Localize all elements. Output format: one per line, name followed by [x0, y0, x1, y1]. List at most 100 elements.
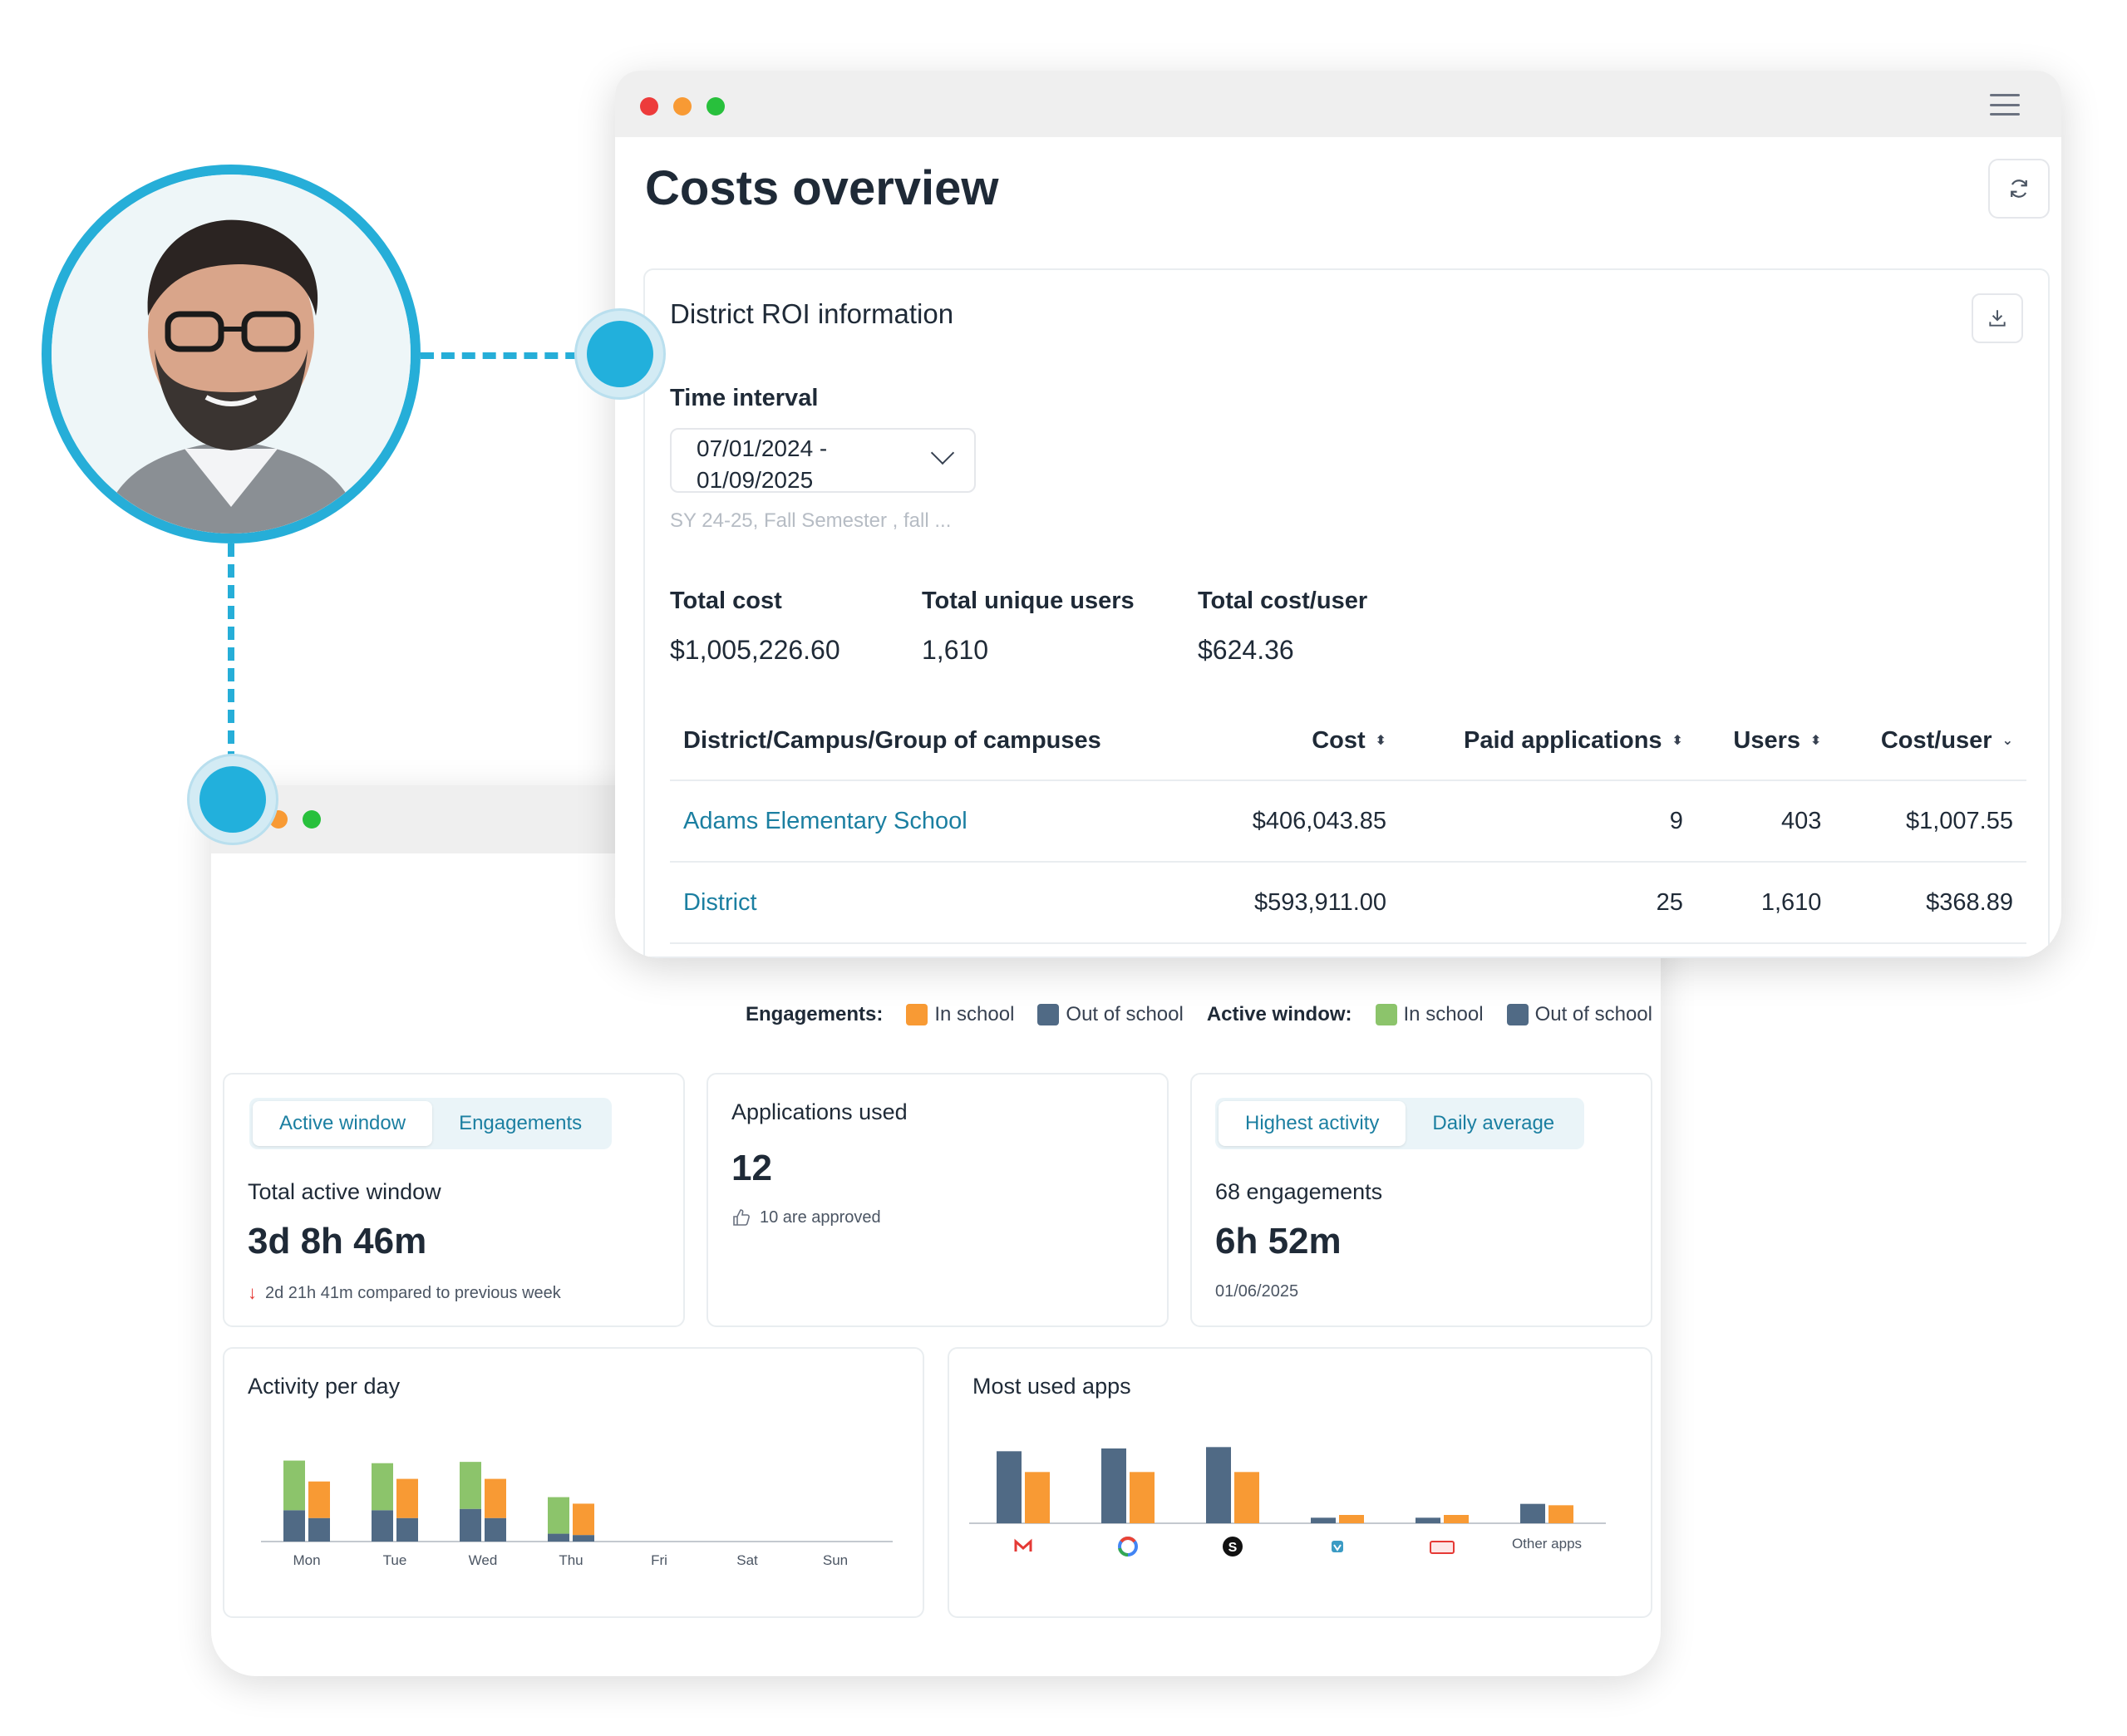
page-title: Costs overview	[645, 161, 999, 215]
cell-cost-per-user: $1,007.55	[1834, 780, 2026, 863]
row-link-campus[interactable]: Adams Elementary School	[670, 780, 1206, 863]
app-5-icon	[1430, 1541, 1455, 1554]
legend-swatch-slate	[1037, 1004, 1060, 1025]
refresh-icon	[2011, 180, 2027, 198]
applications-used-value: 12	[731, 1148, 772, 1188]
sort-icon[interactable]: ⬍	[1672, 735, 1683, 748]
bar-app-4-icon-0	[1311, 1517, 1336, 1523]
refresh-button[interactable]	[1988, 159, 2050, 219]
district-roi-card: District ROI information Time interval 0…	[643, 268, 2050, 958]
cell-users: 403	[1696, 780, 1835, 863]
engagements-count-label: 68 engagements	[1215, 1179, 1383, 1204]
window-minimize-dot[interactable]	[269, 810, 288, 829]
column-header-paid-applications[interactable]: Paid applications ⬍	[1400, 702, 1696, 781]
time-interval-select[interactable]: 07/01/2024 - 01/09/2025	[670, 428, 976, 493]
gmail-icon	[1014, 1538, 1032, 1552]
costs-title-bar	[615, 71, 2061, 137]
time-interval-label: Time interval	[670, 385, 819, 411]
bar-Other apps-0	[1520, 1503, 1545, 1523]
applications-used-card: Applications used 12 10 are approved	[707, 1073, 1169, 1327]
bar-tue-engagements	[396, 1478, 418, 1518]
x-tick-label: Tue	[383, 1552, 407, 1568]
most-used-apps-chart: S Other apps	[969, 1447, 1606, 1556]
activity-per-day-card: Activity per day Mon Tue Wed Thu Fri Sat Sun	[223, 1347, 924, 1618]
cell-users: 1,610	[1696, 862, 1835, 944]
connector-node-bottom	[199, 766, 266, 833]
window-minimize-dot[interactable]	[673, 97, 692, 116]
bar-mon-active	[283, 1460, 305, 1511]
legend-engagements-out-of-school: Out of school	[1037, 1003, 1184, 1026]
legend-engagements-label: Engagements:	[745, 1003, 884, 1025]
bar-thu-engagements	[573, 1503, 594, 1536]
connector-node-top	[587, 321, 653, 387]
window-maximize-dot[interactable]	[707, 97, 725, 116]
bar-wed-engagements	[485, 1478, 506, 1518]
highest-activity-toggle: Highest activity Daily average	[1215, 1098, 1585, 1149]
bar-tue-engagements	[396, 1517, 418, 1542]
bar-gmail-icon-1	[1025, 1472, 1050, 1523]
active-window-card: Active window Engagements Total active w…	[223, 1073, 685, 1327]
table-header-row: District/Campus/Group of campuses Cost ⬍ …	[670, 702, 2026, 781]
applications-used-label: Applications used	[731, 1099, 908, 1124]
tab-highest-activity[interactable]: Highest activity	[1219, 1101, 1406, 1146]
bar-mon-engagements	[308, 1481, 330, 1518]
time-interval-hint: SY 24-25, Fall Semester , fall ...	[670, 509, 952, 532]
table-row: Adams Elementary School $406,043.85 9 40…	[670, 780, 2026, 863]
bar-wed-engagements	[485, 1517, 506, 1542]
bar-wed-active	[460, 1462, 481, 1509]
activity-per-day-chart: Mon Tue Wed Thu Fri Sat Sun	[261, 1460, 893, 1568]
tab-active-window[interactable]: Active window	[253, 1101, 433, 1146]
x-tick-label: Wed	[469, 1552, 498, 1568]
sort-desc-icon[interactable]: ⌄	[2002, 735, 2013, 748]
roi-table: District/Campus/Group of campuses Cost ⬍ …	[670, 702, 2026, 944]
x-tick-label: Fri	[651, 1552, 667, 1568]
bar-app-5-icon-0	[1416, 1517, 1440, 1523]
cell-cost: $593,911.00	[1205, 862, 1401, 944]
bar-s-app-icon-0	[1206, 1447, 1231, 1523]
column-header-cost-per-user[interactable]: Cost/user ⌄	[1834, 702, 2026, 781]
row-link-district[interactable]: District	[670, 862, 1206, 944]
sort-icon[interactable]: ⬍	[1376, 735, 1386, 748]
total-active-window-value: 3d 8h 46m	[248, 1221, 427, 1261]
sort-icon[interactable]: ⬍	[1810, 735, 1821, 748]
comparison-text: ↓ 2d 21h 41m compared to previous week	[248, 1282, 561, 1303]
chart-legend: Engagements: In school Out of school Act…	[746, 1003, 1652, 1026]
roi-card-title: District ROI information	[670, 298, 954, 329]
tab-daily-average[interactable]: Daily average	[1406, 1101, 1581, 1146]
approved-text: 10 are approved	[731, 1207, 881, 1227]
google-icon	[1118, 1537, 1138, 1556]
cell-paid-applications: 25	[1400, 862, 1696, 944]
bar-Other apps-1	[1548, 1505, 1573, 1523]
legend-swatch-slate	[1506, 1004, 1529, 1025]
highest-activity-card: Highest activity Daily average 68 engage…	[1190, 1073, 1652, 1327]
x-tick-label: Mon	[293, 1552, 320, 1568]
window-close-dot[interactable]	[640, 97, 658, 116]
bar-gmail-icon-0	[997, 1451, 1022, 1523]
column-header-users[interactable]: Users ⬍	[1696, 702, 1835, 781]
bar-google-icon-1	[1130, 1472, 1155, 1523]
download-icon	[1989, 310, 2006, 327]
connector-line-vertical	[228, 543, 234, 765]
download-button[interactable]	[1972, 293, 2023, 343]
legend-active-in-school: In school	[1375, 1003, 1484, 1026]
highest-activity-value: 6h 52m	[1215, 1221, 1342, 1261]
active-window-toggle: Active window Engagements	[249, 1098, 613, 1149]
window-maximize-dot[interactable]	[303, 810, 321, 829]
user-avatar	[42, 165, 421, 543]
table-row: District $593,911.00 25 1,610 $368.89	[670, 862, 2026, 944]
bar-app-4-icon-1	[1339, 1515, 1364, 1523]
column-header-district[interactable]: District/Campus/Group of campuses	[670, 702, 1206, 781]
bar-thu-engagements	[573, 1535, 594, 1542]
highest-activity-date: 01/06/2025	[1215, 1282, 1299, 1301]
column-header-cost[interactable]: Cost ⬍	[1205, 702, 1401, 781]
legend-swatch-green	[1375, 1004, 1397, 1025]
bar-wed-active	[460, 1508, 481, 1542]
cell-paid-applications: 9	[1400, 780, 1696, 863]
tab-engagements[interactable]: Engagements	[432, 1101, 608, 1146]
legend-active-out-of-school: Out of school	[1506, 1003, 1652, 1026]
bar-s-app-icon-1	[1234, 1472, 1259, 1523]
bar-mon-active	[283, 1510, 305, 1542]
hamburger-menu-icon[interactable]	[1990, 94, 2020, 116]
bar-tue-active	[372, 1510, 393, 1542]
x-tick-label: Sun	[823, 1552, 848, 1568]
